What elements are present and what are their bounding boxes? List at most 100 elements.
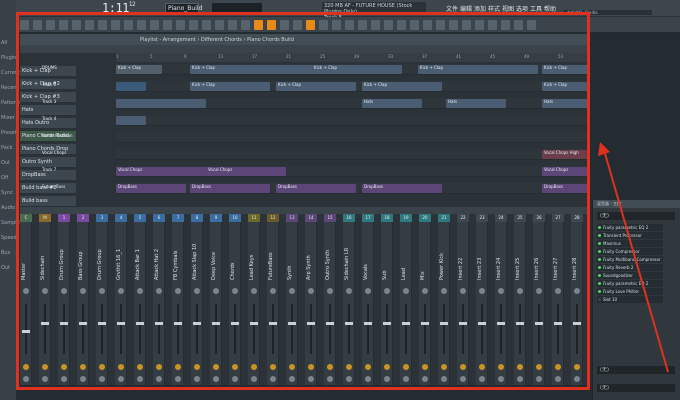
browser-item[interactable]: Sync — [1, 190, 13, 196]
route-knob[interactable] — [555, 376, 561, 382]
volume-fader[interactable] — [497, 304, 505, 354]
route-knob[interactable] — [479, 376, 485, 382]
send-knob[interactable] — [365, 364, 371, 370]
send-knob[interactable] — [99, 364, 105, 370]
route-knob[interactable] — [327, 376, 333, 382]
pattern-clip[interactable]: Vocal Chops — [116, 167, 206, 176]
volume-fader[interactable] — [79, 304, 87, 354]
song-position-display[interactable]: 1:1112 — [102, 1, 136, 15]
browser-item[interactable]: Out — [1, 160, 10, 166]
fx-slot[interactable]: Transient Processor — [597, 232, 663, 239]
mixer-strip[interactable]: M Sidechain — [39, 214, 51, 385]
pan-knob[interactable] — [346, 288, 352, 294]
toolbar-button[interactable] — [397, 20, 406, 30]
browser-item[interactable]: Plugin — [1, 55, 16, 61]
pan-knob[interactable] — [460, 288, 466, 294]
pan-knob[interactable] — [213, 288, 219, 294]
pan-knob[interactable] — [555, 288, 561, 294]
toolbar-button[interactable] — [306, 20, 315, 30]
pattern-clip[interactable]: Kick + Clap — [190, 65, 330, 74]
track-header[interactable]: Build bass — [20, 196, 76, 207]
fader-cap[interactable] — [421, 322, 429, 325]
fader-cap[interactable] — [79, 322, 87, 325]
fader-cap[interactable] — [440, 322, 448, 325]
toolbar-button[interactable] — [150, 20, 159, 30]
pan-knob[interactable] — [479, 288, 485, 294]
pattern-clip[interactable]: Vocal Chops — [542, 167, 590, 176]
fader-cap[interactable] — [326, 322, 334, 325]
toolbar-button[interactable] — [280, 20, 289, 30]
fx-slot[interactable]: Fruity parametric EQ 2 — [597, 224, 663, 231]
route-knob[interactable] — [175, 376, 181, 382]
mixer-strip[interactable]: 14 Arp Synth — [305, 214, 317, 385]
pattern-clip[interactable]: Kick + Clap — [190, 82, 270, 91]
fader-cap[interactable] — [402, 322, 410, 325]
mixer-strip[interactable]: 3 Drum Group — [96, 214, 108, 385]
route-knob[interactable] — [441, 376, 447, 382]
browser-item[interactable]: Off — [1, 175, 8, 181]
send-knob[interactable] — [232, 364, 238, 370]
pattern-clip[interactable]: DropBass — [116, 184, 186, 193]
pattern-clip[interactable] — [116, 82, 146, 91]
toolbar-button[interactable] — [215, 20, 224, 30]
fader-cap[interactable] — [117, 322, 125, 325]
send-knob[interactable] — [137, 364, 143, 370]
send-knob[interactable] — [61, 364, 67, 370]
pattern-clip[interactable]: Kick + Clap — [542, 82, 590, 91]
send-knob[interactable] — [156, 364, 162, 370]
browser-item[interactable]: Mixer — [1, 115, 15, 121]
fx-input-select[interactable]: (无) — [597, 212, 675, 220]
pattern-clip[interactable] — [116, 116, 146, 125]
route-knob[interactable] — [346, 376, 352, 382]
pattern-clip[interactable]: Vocal Chops — [206, 167, 286, 176]
pattern-clip[interactable]: DropBass — [542, 184, 590, 193]
volume-fader[interactable] — [193, 304, 201, 354]
fader-cap[interactable] — [364, 322, 372, 325]
volume-fader[interactable] — [174, 304, 182, 354]
menu-item[interactable]: 帮助 — [544, 4, 556, 13]
pan-knob[interactable] — [175, 288, 181, 294]
toolbar-button[interactable] — [20, 20, 29, 30]
fader-cap[interactable] — [231, 322, 239, 325]
browser-panel[interactable]: All Plugin Current Recent Patterns Mixer Prese… — [0, 0, 22, 400]
route-knob[interactable] — [403, 376, 409, 382]
route-knob[interactable] — [536, 376, 542, 382]
route-knob[interactable] — [118, 376, 124, 382]
fader-cap[interactable] — [193, 322, 201, 325]
pan-knob[interactable] — [270, 288, 276, 294]
fx-slot[interactable]: Soundgoodizer — [597, 272, 663, 279]
menu-item[interactable]: 添加 — [474, 4, 486, 13]
toolbar-button[interactable] — [384, 20, 393, 30]
fader-cap[interactable] — [383, 322, 391, 325]
mixer-strip[interactable]: 13 Synth — [286, 214, 298, 385]
route-knob[interactable] — [308, 376, 314, 382]
mixer-strip[interactable]: 1 Drum Group — [58, 214, 70, 385]
pattern-clip[interactable]: Kick + Clap — [276, 82, 356, 91]
pattern-clip[interactable]: Kick + Clap — [542, 65, 590, 74]
mixer-strip[interactable]: 15 Outro Synth — [324, 214, 336, 385]
fx-slot[interactable]: Fruity Love Philter — [597, 288, 663, 295]
browser-item[interactable]: Presets — [1, 130, 19, 136]
send-knob[interactable] — [289, 364, 295, 370]
pattern-clip[interactable]: DropBass — [362, 184, 442, 193]
menu-item[interactable]: 编辑 — [460, 4, 472, 13]
send-knob[interactable] — [479, 364, 485, 370]
toolbar-button[interactable] — [475, 20, 484, 30]
playlist-lane[interactable]: DRUMS Kick + Clap Kick + Clap Kick + Clap Ki… — [42, 64, 590, 75]
browser-item[interactable]: Patterns — [1, 100, 22, 106]
route-knob[interactable] — [80, 376, 86, 382]
pattern-clip[interactable]: Vocal Chops High — [542, 150, 590, 159]
volume-fader[interactable] — [250, 304, 258, 354]
mixer-strip[interactable]: 22 Insert 22 — [457, 214, 469, 385]
route-knob[interactable] — [498, 376, 504, 382]
browser-item[interactable]: Bus — [1, 250, 10, 256]
pan-knob[interactable] — [384, 288, 390, 294]
pattern-clip[interactable]: DropBass — [276, 184, 356, 193]
fader-cap[interactable] — [269, 322, 277, 325]
volume-fader[interactable] — [98, 304, 106, 354]
pan-knob[interactable] — [327, 288, 333, 294]
route-knob[interactable] — [460, 376, 466, 382]
mixer-strip[interactable]: 20 Mix — [419, 214, 431, 385]
browser-item[interactable]: Audio — [1, 205, 15, 211]
send-knob[interactable] — [175, 364, 181, 370]
